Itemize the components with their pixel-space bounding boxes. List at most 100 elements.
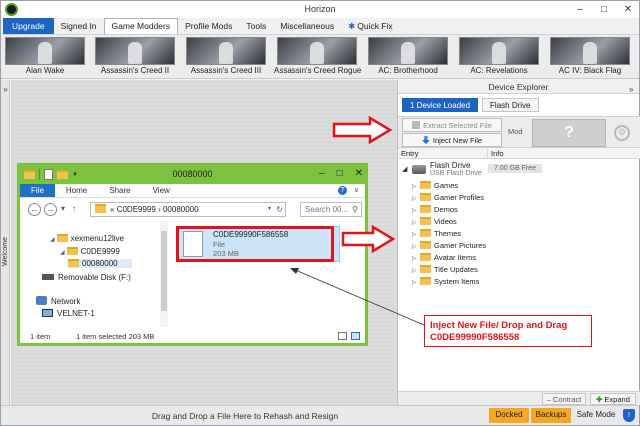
expand-label: Expand (604, 395, 630, 404)
explorer-minimize-button[interactable]: – (319, 168, 325, 179)
maximize-button[interactable]: □ (597, 3, 611, 16)
nav-item-removable-disk[interactable]: Removable Disk (F:) (42, 273, 131, 282)
minimize-button[interactable]: – (573, 3, 587, 16)
column-entry[interactable]: Entry (401, 149, 419, 158)
menu-game-modders[interactable]: Game Modders (103, 18, 179, 34)
search-placeholder: Search 00... (305, 205, 349, 214)
expand-arrow-icon[interactable]: ▷ (412, 219, 420, 226)
address-overflow[interactable]: « (110, 205, 114, 214)
expand-arrow-icon[interactable]: ▷ (412, 279, 420, 286)
shield-icon[interactable]: ! (623, 409, 635, 422)
tab-devices-loaded[interactable]: 1 Device Loaded (402, 98, 479, 112)
tab-view[interactable]: View (142, 184, 181, 197)
expand-button[interactable]: ✚ Expand (590, 393, 636, 405)
forward-button[interactable]: → (44, 203, 57, 216)
game-tile-ac-brotherhood[interactable]: AC: Brotherhood (365, 37, 451, 77)
tree-folder-videos[interactable]: ▷ Videos (412, 217, 457, 228)
back-button[interactable]: ← (28, 203, 41, 216)
search-input[interactable]: Search 00... ⚲ (300, 202, 362, 217)
backups-button[interactable]: Backups (531, 408, 571, 423)
game-thumbnail (368, 37, 448, 65)
game-tile-ac4[interactable]: AC IV: Black Flag (547, 37, 633, 77)
expand-left-panel-button[interactable]: » (1, 85, 10, 94)
upgrade-button[interactable]: Upgrade (3, 18, 54, 34)
tab-flash-drive[interactable]: Flash Drive (482, 98, 539, 112)
inject-new-file-button[interactable]: Inject New File (402, 133, 502, 147)
tree-drive-flash[interactable]: ◢ Flash Drive USB Flash Drive 7.00 GB Fr… (402, 161, 634, 179)
expand-arrow-icon[interactable]: ▷ (412, 255, 420, 262)
explorer-maximize-button[interactable]: □ (337, 168, 343, 179)
nav-item-network[interactable]: Network (36, 296, 80, 306)
tree-folder-avatar-items[interactable]: ▷ Avatar Items (412, 253, 476, 264)
tree-folder-games[interactable]: ▷ Games (412, 181, 458, 192)
folder-label: Gamer Pictures (434, 241, 487, 250)
menu-quick-fix[interactable]: ✱ Quick Fix (341, 18, 400, 34)
up-button[interactable]: ↑ (72, 204, 76, 213)
explorer-close-button[interactable]: ✕ (355, 168, 363, 179)
tree-folder-system-items[interactable]: ▷ System Items (412, 277, 479, 288)
menu-miscellaneous[interactable]: Miscellaneous (273, 18, 341, 34)
mod-label: Mod (508, 127, 523, 136)
tree-folder-themes[interactable]: ▷ Themes (412, 229, 461, 240)
scrollbar-thumb[interactable] (161, 231, 167, 311)
explorer-title: 00080000 (172, 169, 213, 179)
nav-item-pc[interactable]: VELNET-1 (42, 309, 95, 318)
game-thumbnail (550, 37, 630, 65)
game-tile-ac2[interactable]: Assassin's Creed II (92, 37, 178, 77)
game-tile-ac-rogue[interactable]: Assassin's Creed Rogue (274, 37, 362, 77)
collapse-arrow-icon[interactable]: ◢ (402, 165, 407, 173)
contract-button[interactable]: – Contract (542, 393, 586, 405)
expand-arrow-icon[interactable]: ▷ (412, 231, 420, 238)
game-label: Assassin's Creed Rogue (274, 66, 362, 75)
details-view-icon[interactable] (338, 332, 347, 340)
nav-item-folder[interactable]: 00080000 (68, 259, 132, 268)
address-segment-folder[interactable]: 00080000 (163, 205, 199, 214)
game-tile-alan-wake[interactable]: Alan Wake (2, 37, 88, 77)
column-info[interactable]: Info (487, 149, 504, 158)
usb-drive-icon (412, 165, 426, 174)
expand-arrow-icon[interactable]: ▷ (412, 207, 420, 214)
collapse-right-panel-button[interactable]: » (629, 85, 633, 94)
tree-folder-demos[interactable]: ▷ Demos (412, 205, 458, 216)
nav-scrollbar[interactable] (160, 221, 168, 327)
close-button[interactable]: ✕ (621, 3, 635, 16)
refresh-icon[interactable]: ↻ (276, 203, 283, 216)
menu-signed-in[interactable]: Signed In (54, 18, 104, 34)
menu-profile-mods[interactable]: Profile Mods (178, 18, 239, 34)
large-icons-view-icon[interactable] (351, 332, 360, 340)
game-tile-ac3[interactable]: Assassin's Creed III (183, 37, 269, 77)
extract-file-button[interactable]: Extract Selected File (402, 118, 502, 132)
gear-icon[interactable]: ⚙ (614, 125, 630, 141)
tab-home[interactable]: Home (55, 184, 98, 197)
folder-icon (420, 253, 431, 261)
address-segment-code[interactable]: C0DE9999 (117, 205, 156, 214)
nav-item-xexmenu[interactable]: ◢ xexmenu12live (50, 234, 124, 243)
ribbon-expand-icon[interactable]: ∨ (354, 186, 359, 194)
docked-button[interactable]: Docked (489, 408, 529, 423)
expand-arrow-icon[interactable]: ▷ (412, 183, 420, 190)
folder-label: Games (434, 181, 459, 190)
game-label: AC: Brotherhood (378, 66, 438, 75)
expand-arrow-icon[interactable]: ▷ (412, 195, 420, 202)
status-message: Drag and Drop a File Here to Rehash and … (151, 411, 339, 421)
recent-dropdown-icon[interactable]: ▾ (61, 204, 65, 213)
game-thumbnail (277, 37, 357, 65)
game-tile-ac-revelations[interactable]: AC: Revelations (456, 37, 542, 77)
tab-share[interactable]: Share (98, 184, 141, 197)
address-dropdown-icon[interactable]: ▾ (268, 203, 271, 216)
menu-tools[interactable]: Tools (239, 18, 273, 34)
safe-mode-button[interactable]: Safe Mode (573, 408, 619, 423)
tree-folder-gamer-profiles[interactable]: ▷ Gamer Profiles (412, 193, 484, 204)
nav-item-code[interactable]: ◢ C0DE9999 (60, 247, 120, 256)
folder-label: Videos (434, 217, 457, 226)
expand-arrow-icon[interactable]: ▷ (412, 267, 420, 274)
help-icon[interactable]: ? (338, 186, 347, 195)
download-arrow-icon (421, 136, 430, 144)
nav-label: VELNET-1 (57, 309, 95, 318)
tab-file[interactable]: File (20, 184, 55, 197)
welcome-side-tab[interactable]: Welcome (2, 237, 9, 266)
tree-folder-gamer-pictures[interactable]: ▷ Gamer Pictures (412, 241, 486, 252)
tree-folder-title-updates[interactable]: ▷ Title Updates (412, 265, 478, 276)
address-input[interactable]: « C0DE9999 › 00080000 ▾ ↻ (90, 202, 286, 217)
expand-arrow-icon[interactable]: ▷ (412, 243, 420, 250)
